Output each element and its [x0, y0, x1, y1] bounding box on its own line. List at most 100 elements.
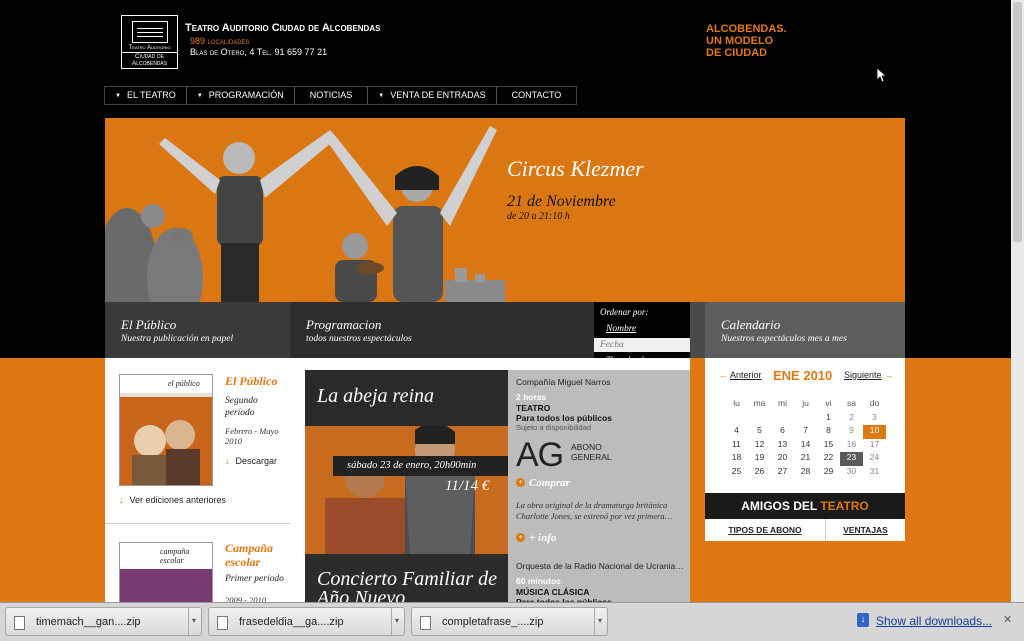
nav-programacion[interactable]: ▼ PROGRAMACIÓN — [187, 87, 295, 104]
campana-heading-1[interactable]: Campaña — [225, 541, 273, 556]
tagline-line-1[interactable]: ALCOBENDAS. — [706, 23, 787, 35]
calendar-day[interactable]: 22 — [817, 452, 840, 466]
calendar-day[interactable]: 13 — [771, 439, 794, 453]
calendar-empty — [725, 412, 748, 426]
close-icon[interactable]: ✕ — [1003, 613, 1012, 626]
calendar-day[interactable]: 15 — [817, 439, 840, 453]
ver-ediciones-link[interactable]: ↓ Ver ediciones anteriores — [119, 495, 226, 505]
campana-heading-2[interactable]: escolar — [225, 555, 260, 570]
publico-cover-image[interactable]: el público — [119, 374, 213, 486]
hero-title[interactable]: Circus Klezmer — [507, 156, 644, 182]
calendar-day[interactable]: 28 — [794, 466, 817, 480]
download-item[interactable]: completafrase_....zip ▾ — [411, 607, 608, 636]
calendar-empty — [748, 412, 771, 426]
calendar-prev[interactable]: ← Anterior — [719, 370, 762, 380]
site-header: Teatro Auditorio Ciudad de Alcobendas Te… — [0, 0, 1011, 86]
calendar-day[interactable]: 3 — [863, 412, 886, 426]
calendar-day[interactable]: 7 — [794, 425, 817, 439]
section-title: Programacion — [306, 317, 382, 332]
calendar-day[interactable]: 18 — [725, 452, 748, 466]
calendar-day[interactable]: 31 — [863, 466, 886, 480]
calendar-day[interactable]: 10 — [863, 425, 886, 439]
arrow-down-icon: ↓ — [119, 495, 124, 505]
calendar-day[interactable]: 24 — [863, 452, 886, 466]
calendar-day[interactable]: 8 — [817, 425, 840, 439]
download-link[interactable]: ↓ Descargar — [225, 456, 277, 466]
calendar-day[interactable]: 23 — [840, 452, 863, 466]
calendar-day[interactable]: 11 — [725, 439, 748, 453]
calendar-day[interactable]: 21 — [794, 452, 817, 466]
scrollbar-thumb[interactable] — [1013, 2, 1022, 242]
weekday-label: ma — [753, 398, 766, 408]
campana-period: Primer período — [225, 574, 284, 584]
amigos-del-teatro-banner[interactable]: AMIGOS DEL TEATRO — [705, 493, 905, 519]
abono-label-2: GENERAL — [571, 452, 612, 462]
calendar-day[interactable]: 16 — [840, 439, 863, 453]
sort-option-fecha[interactable]: Fecha — [594, 338, 690, 352]
tipos-de-abono-link[interactable]: TIPOS DE ABONO — [705, 519, 826, 541]
section-title: El Público — [121, 317, 177, 332]
calendar-day[interactable]: 30 — [840, 466, 863, 480]
calendar-day[interactable]: 14 — [794, 439, 817, 453]
tagline-line-3[interactable]: DE CIUDAD — [706, 47, 767, 59]
caret-down-icon: ▼ — [378, 93, 385, 99]
event-genre: MÚSICA CLÁSICA — [516, 587, 590, 597]
calendar-day[interactable]: 29 — [817, 466, 840, 480]
mouse-cursor-icon — [876, 67, 888, 83]
plus-circle-icon: + — [516, 478, 525, 487]
nav-noticias[interactable]: NOTICIAS — [295, 87, 369, 104]
nav-el-teatro[interactable]: ▼ EL TEATRO — [105, 87, 187, 104]
capacity-text: 989 localidades — [190, 36, 250, 46]
plus-circle-icon: + — [516, 533, 525, 542]
hero-time: de 20 a 21:10 h — [507, 211, 570, 222]
file-icon — [14, 616, 25, 630]
theatre-logo[interactable]: Teatro Auditorio Ciudad de Alcobendas — [121, 15, 178, 69]
event-company: Orquesta de la Radio Nacional de Ucrania… — [516, 561, 684, 571]
calendar-day[interactable]: 26 — [748, 466, 771, 480]
tagline-line-2[interactable]: UN MODELO — [706, 35, 773, 47]
calendar-day[interactable]: 4 — [725, 425, 748, 439]
campana-cover-image[interactable]: campaña escolar — [119, 542, 213, 610]
calendar-day[interactable]: 12 — [748, 439, 771, 453]
page-scrollbar[interactable] — [1011, 0, 1024, 602]
publico-period-2: período — [225, 408, 255, 418]
nav-contacto[interactable]: CONTACTO — [497, 87, 577, 104]
calendar-day[interactable]: 20 — [771, 452, 794, 466]
nav-venta-entradas[interactable]: ▼ VENTA DE ENTRADAS — [368, 87, 497, 104]
show-all-downloads-link[interactable]: Show all downloads... — [876, 614, 992, 628]
download-arrow-icon: ↓ — [857, 613, 869, 627]
chevron-down-icon[interactable]: ▾ — [192, 616, 196, 625]
publico-heading[interactable]: El Público — [225, 374, 277, 389]
event-description: La obra original de la dramaturga britán… — [516, 500, 673, 521]
comprar-button[interactable]: + Comprar — [516, 477, 570, 489]
calendar-day[interactable]: 1 — [817, 412, 840, 426]
calendar-day[interactable]: 5 — [748, 425, 771, 439]
calendar-day[interactable]: 2 — [840, 412, 863, 426]
building-icon — [132, 21, 168, 43]
download-item[interactable]: frasedeldia__ga....zip ▾ — [208, 607, 405, 636]
file-icon — [217, 616, 228, 630]
event-title[interactable]: La abeja reina — [317, 385, 434, 408]
calendar-day[interactable]: 6 — [771, 425, 794, 439]
ventajas-link[interactable]: VENTAJAS — [826, 519, 905, 541]
calendar-day[interactable]: 19 — [748, 452, 771, 466]
calendar-day[interactable]: 25 — [725, 466, 748, 480]
info-link[interactable]: + + info — [516, 532, 556, 544]
calendar-next[interactable]: Siguiente → — [844, 370, 893, 380]
chevron-down-icon[interactable]: ▾ — [395, 616, 399, 625]
chevron-down-icon[interactable]: ▾ — [598, 616, 602, 625]
calendar-day[interactable]: 17 — [863, 439, 886, 453]
arrow-right-icon: → — [881, 370, 894, 380]
amigos-links: TIPOS DE ABONO VENTAJAS — [705, 519, 905, 541]
address-text: Blas de Otero, 4 Tel. 91 659 77 21 — [190, 47, 328, 57]
download-item[interactable]: timemach__gan....zip ▾ — [5, 607, 202, 636]
section-title: Calendario — [721, 317, 781, 332]
weekday-label: lu — [733, 398, 740, 408]
publico-dates-2: 2010 — [225, 436, 242, 446]
violinist — [335, 233, 384, 302]
calendar-day[interactable]: 9 — [840, 425, 863, 439]
calendar-day[interactable]: 27 — [771, 466, 794, 480]
downloads-bar: timemach__gan....zip ▾ frasedeldia__ga..… — [0, 602, 1024, 641]
hero-banner[interactable]: Circus Klezmer 21 de Noviembre de 20 a 2… — [105, 118, 905, 302]
sort-option-nombre[interactable]: Nombre — [594, 322, 690, 336]
